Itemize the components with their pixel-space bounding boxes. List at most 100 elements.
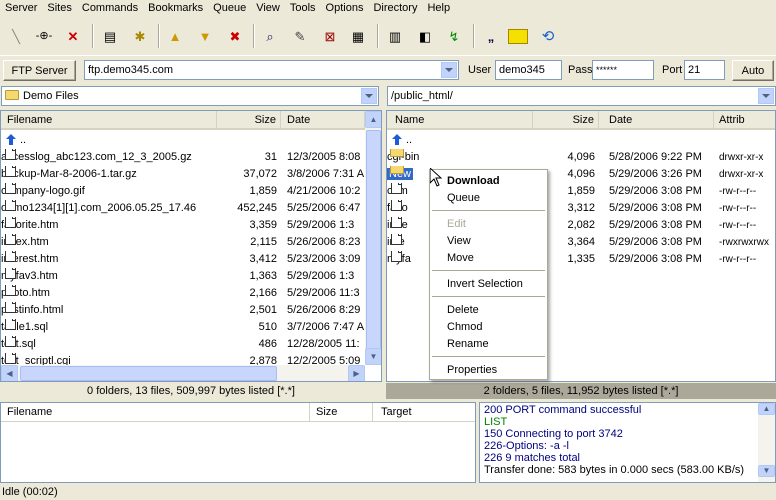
- column-filename[interactable]: Filename: [1, 111, 217, 129]
- file-attrib: -rwxrwxrwx: [719, 237, 769, 248]
- local-file-row[interactable]: accesslog_abc123.com_12_3_2005.gz 31 12/3/…: [1, 149, 365, 166]
- local-file-row[interactable]: demo1234[1][1].com_2006.05.25_17.46 452,2…: [1, 200, 365, 217]
- menu-item-delete[interactable]: Delete: [447, 302, 479, 318]
- menu-commands[interactable]: Commands: [77, 1, 143, 16]
- menu-item-invert-selection[interactable]: Invert Selection: [447, 276, 523, 292]
- local-status: 0 folders, 13 files, 509,997 bytes liste…: [87, 385, 295, 397]
- menu-queue[interactable]: Queue: [208, 1, 251, 16]
- log-vertical-scrollbar[interactable]: ▲ ▼: [758, 403, 775, 482]
- local-file-row[interactable]: table1.sql 510 3/7/2006 7:47 A: [1, 319, 365, 336]
- refresh-icon[interactable]: ↯: [444, 26, 464, 46]
- delete-icon[interactable]: ✖: [225, 26, 245, 46]
- menu-bookmarks[interactable]: Bookmarks: [143, 1, 208, 16]
- remote-folder-row[interactable]: cgi-bin 4,096 5/28/2006 9:22 PM drwxr-xr-x: [387, 149, 775, 166]
- scroll-thumb[interactable]: [366, 130, 381, 352]
- auto-button[interactable]: Auto: [732, 60, 774, 81]
- local-horizontal-scrollbar[interactable]: ◀ ▶: [1, 365, 365, 381]
- menu-tools[interactable]: Tools: [285, 1, 321, 16]
- file-size: 452,245: [237, 202, 277, 214]
- menu-help[interactable]: Help: [422, 1, 455, 16]
- local-file-row[interactable]: interest.htm 3,412 5/23/2006 3:09: [1, 251, 365, 268]
- local-vertical-scrollbar[interactable]: ▲ ▼: [365, 111, 381, 365]
- cancel-icon[interactable]: ⊠: [320, 26, 340, 46]
- scroll-right-icon[interactable]: ▶: [348, 365, 365, 381]
- menu-directory[interactable]: Directory: [368, 1, 422, 16]
- menu-server[interactable]: Server: [0, 1, 42, 16]
- user-label: User: [468, 64, 492, 76]
- menu-item-move[interactable]: Move: [447, 250, 474, 266]
- scroll-down-icon[interactable]: ▼: [365, 348, 381, 365]
- column-size[interactable]: Size: [310, 403, 373, 421]
- session-log[interactable]: ▲ ▼ 200 PORT command successful LIST 150 C…: [479, 402, 776, 483]
- column-date[interactable]: Date: [599, 111, 714, 129]
- port-field[interactable]: 21: [684, 60, 725, 80]
- host-dropdown-icon[interactable]: [441, 62, 457, 78]
- file-icon: [5, 319, 16, 330]
- scroll-up-icon[interactable]: ▲: [758, 403, 775, 415]
- scroll-down-icon[interactable]: ▼: [758, 465, 775, 477]
- local-file-list[interactable]: Filename Size Date .. accesslog_abc123.c…: [0, 110, 382, 382]
- menu-options[interactable]: Options: [321, 1, 369, 16]
- user-field[interactable]: demo345: [495, 60, 562, 80]
- menu-item-queue[interactable]: Queue: [447, 190, 480, 206]
- transfer-queue[interactable]: Filename Size Target: [0, 402, 476, 483]
- file-icon: [5, 217, 16, 228]
- local-file-row[interactable]: favorite.htm 3,359 5/29/2006 1:3: [1, 217, 365, 234]
- reconnect-icon[interactable]: -⊕-: [34, 26, 54, 46]
- column-size[interactable]: Size: [533, 111, 599, 129]
- folder-icon[interactable]: [508, 26, 528, 46]
- sync-icon[interactable]: ⟲: [538, 26, 558, 46]
- password-field[interactable]: ******: [592, 60, 654, 80]
- remote-path-dropdown-icon[interactable]: [758, 88, 774, 104]
- disconnect-icon[interactable]: ╲: [6, 26, 26, 46]
- menu-sites[interactable]: Sites: [42, 1, 76, 16]
- column-name[interactable]: Name: [387, 111, 533, 129]
- remote-path-field[interactable]: /public_html/: [387, 86, 776, 106]
- open-icon[interactable]: ▤: [100, 26, 120, 46]
- file-icon: [5, 234, 16, 245]
- site-list-icon[interactable]: ▥: [385, 26, 405, 46]
- scroll-thumb[interactable]: [20, 366, 277, 381]
- local-file-row[interactable]: index.htm 2,115 5/26/2006 8:23: [1, 234, 365, 251]
- menu-item-rename[interactable]: Rename: [447, 336, 489, 352]
- upload-icon[interactable]: ▲: [165, 26, 185, 46]
- column-target[interactable]: Target: [373, 403, 475, 421]
- local-path-dropdown-icon[interactable]: [361, 88, 377, 104]
- column-filename[interactable]: Filename: [1, 403, 310, 421]
- local-file-row[interactable]: postinfo.html 2,501 5/26/2006 8:29: [1, 302, 365, 319]
- parent-directory-row[interactable]: ..: [1, 132, 365, 149]
- local-path-field[interactable]: Demo Files: [1, 86, 379, 106]
- sort-icon[interactable]: ✱: [130, 26, 150, 46]
- local-file-row[interactable]: test.sql 486 12/28/2005 11:: [1, 336, 365, 353]
- local-file-row[interactable]: myfav3.htm 1,363 5/29/2006 1:3: [1, 268, 365, 285]
- local-icon[interactable]: ◧: [415, 26, 435, 46]
- quote-icon[interactable]: „: [481, 26, 501, 46]
- local-file-row[interactable]: backup-Mar-8-2006-1.tar.gz 37,072 3/8/2006…: [1, 166, 365, 183]
- scroll-up-icon[interactable]: ▲: [365, 111, 381, 128]
- menu-item-chmod[interactable]: Chmod: [447, 319, 482, 335]
- file-size: 3,412: [249, 253, 277, 265]
- local-file-row[interactable]: photo.htm 2,166 5/29/2006 11:3: [1, 285, 365, 302]
- file-icon: [391, 217, 402, 228]
- ftp-server-button[interactable]: FTP Server: [3, 60, 76, 81]
- edit-icon[interactable]: ✎: [290, 26, 310, 46]
- port-label: Port: [662, 64, 683, 76]
- status-bar: Idle (00:02): [0, 484, 776, 500]
- menu-view[interactable]: View: [251, 1, 285, 16]
- find-icon[interactable]: ⌕: [260, 26, 280, 46]
- menu-item-download[interactable]: Download: [447, 173, 500, 189]
- file-date: 5/29/2006 11:3: [287, 287, 360, 299]
- scroll-left-icon[interactable]: ◀: [1, 365, 18, 381]
- column-size[interactable]: Size: [217, 111, 281, 129]
- local-file-row[interactable]: company-logo.gif 1,859 4/21/2006 10:2: [1, 183, 365, 200]
- menu-item-view[interactable]: View: [447, 233, 471, 249]
- file-size: 1,363: [249, 270, 277, 282]
- column-date[interactable]: Date: [281, 111, 365, 129]
- parent-directory-row[interactable]: ..: [387, 132, 775, 149]
- properties-icon[interactable]: ▦: [348, 26, 368, 46]
- abort-icon[interactable]: ✕: [63, 26, 83, 46]
- menu-item-properties[interactable]: Properties: [447, 362, 497, 378]
- column-attrib[interactable]: Attrib: [714, 111, 775, 129]
- host-field[interactable]: ftp.demo345.com: [84, 60, 459, 80]
- download-icon[interactable]: ▼: [195, 26, 215, 46]
